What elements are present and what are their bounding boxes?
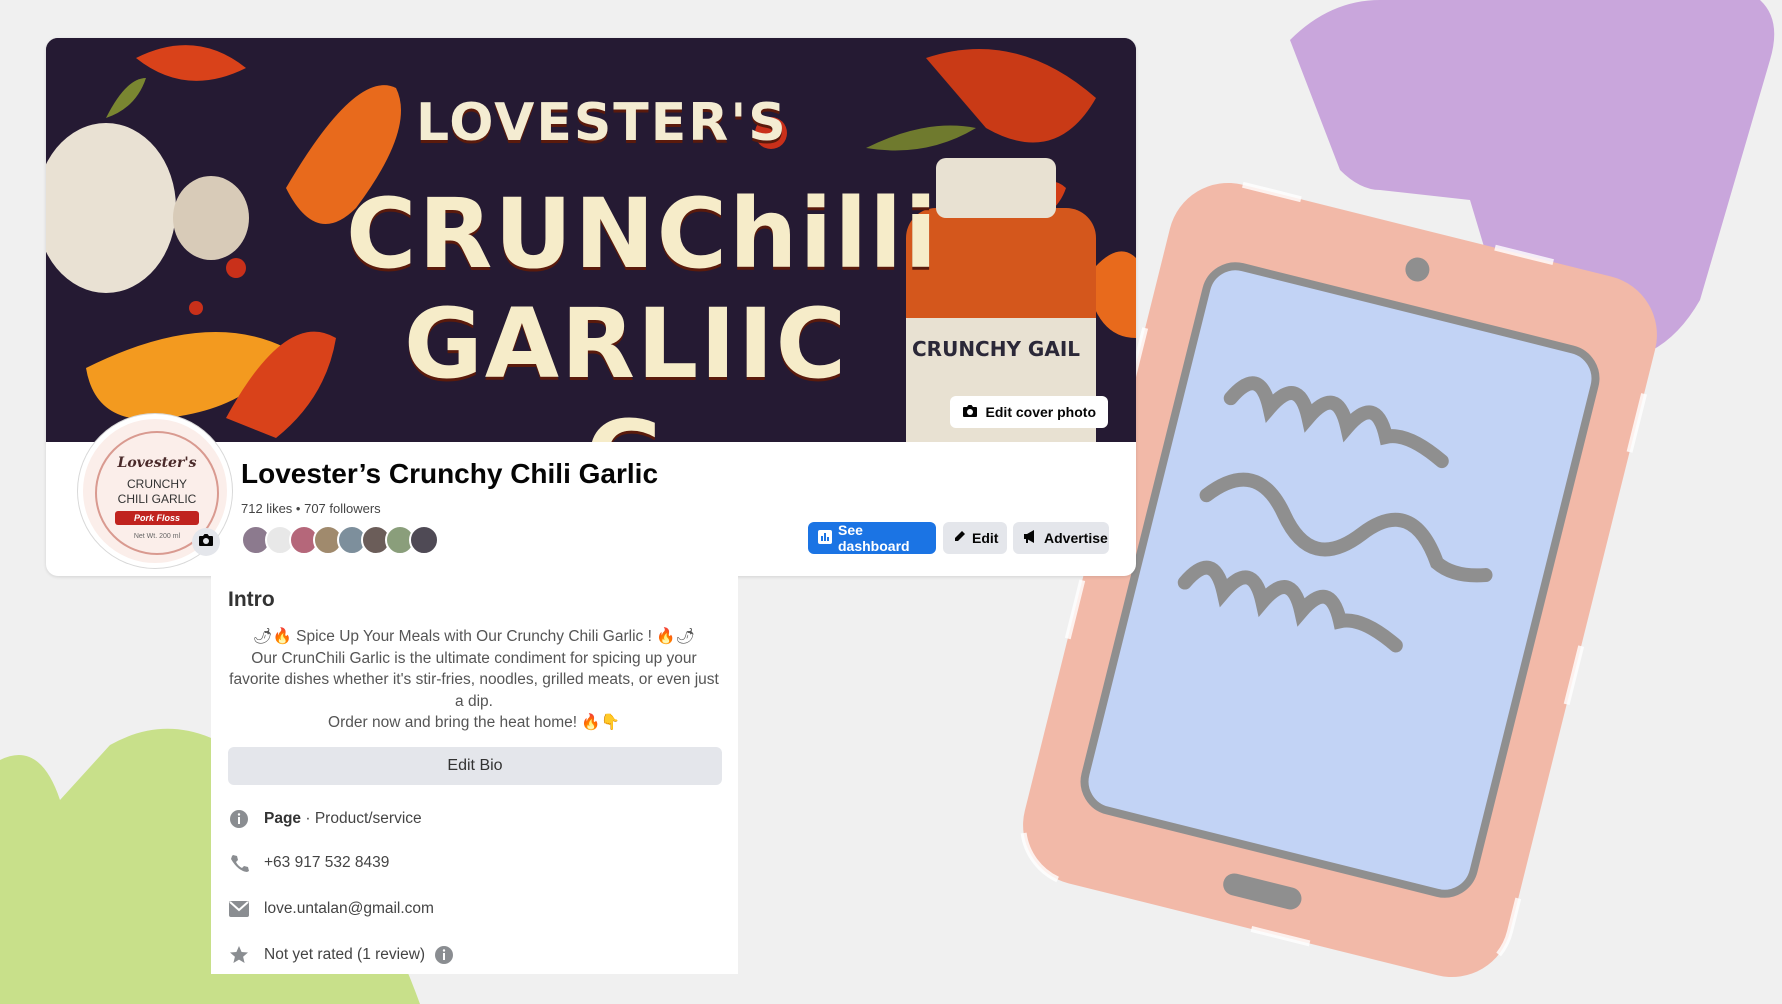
- follower-avatars[interactable]: [241, 525, 439, 555]
- page-title: Lovester’s Crunchy Chili Garlic: [241, 458, 659, 489]
- phone-icon: [228, 852, 250, 874]
- camera-icon: [962, 404, 978, 421]
- edit-cover-photo-label: Edit cover photo: [985, 404, 1096, 420]
- logo-ribbon: Pork Floss: [115, 511, 199, 525]
- edit-page-button[interactable]: Edit: [943, 522, 1007, 554]
- bio-line-1: 🌶🔥 Spice Up Your Meals with Our Crunchy …: [252, 628, 696, 645]
- follower-avatar[interactable]: [409, 525, 439, 555]
- info-icon: [228, 808, 250, 830]
- megaphone-icon: [1023, 530, 1038, 546]
- logo-line3: CHILI GARLIC: [117, 492, 197, 506]
- advertise-label: Advertise: [1044, 530, 1108, 546]
- see-dashboard-button[interactable]: See dashboard: [808, 522, 936, 554]
- category-row: Page · Product/service: [228, 808, 422, 830]
- rating-text: Not yet rated (1 review): [264, 946, 426, 963]
- email-row: love.untalan@gmail.com: [228, 898, 434, 920]
- edit-cover-photo-button[interactable]: Edit cover photo: [949, 396, 1108, 428]
- page-stats[interactable]: 712 likes • 707 followers: [241, 501, 381, 516]
- rating-row: Not yet rated (1 review): [228, 944, 455, 966]
- cover-title-line2: GARLIIC G: [403, 288, 849, 442]
- edit-bio-button[interactable]: Edit Bio: [228, 747, 722, 785]
- cover-title-line1: CRUNChilli: [346, 178, 940, 290]
- category-type: Page: [264, 810, 302, 827]
- phone-row: +63 917 532 8439: [228, 852, 389, 874]
- cover-brand: LOVESTER'S: [416, 93, 788, 153]
- email-address[interactable]: love.untalan@gmail.com: [264, 900, 434, 918]
- email-icon: [228, 898, 250, 920]
- phone-number[interactable]: +63 917 532 8439: [264, 854, 389, 872]
- logo-line2: CRUNCHY: [127, 477, 187, 491]
- edit-label: Edit: [972, 530, 999, 546]
- see-dashboard-label: See dashboard: [838, 522, 910, 554]
- page-header-card: CRUNCHY GAIL LOVESTER'S CRUNChilli GARLI…: [46, 38, 1136, 576]
- camera-icon: [198, 533, 214, 552]
- cover-photo[interactable]: CRUNCHY GAIL LOVESTER'S CRUNChilli GARLI…: [46, 38, 1136, 442]
- intro-heading: Intro: [228, 588, 275, 611]
- intro-bio: 🌶🔥 Spice Up Your Meals with Our Crunchy …: [229, 626, 719, 734]
- intro-panel: Intro 🌶🔥 Spice Up Your Meals with Our Cr…: [211, 576, 738, 974]
- advertise-button[interactable]: Advertise: [1013, 522, 1109, 554]
- update-profile-picture-button[interactable]: [192, 528, 220, 556]
- info-icon[interactable]: [433, 944, 455, 966]
- star-icon: [228, 944, 250, 966]
- jar-label: CRUNCHY GAIL: [912, 337, 1080, 361]
- pencil-icon: [953, 530, 966, 546]
- logo-line1: Lovester's: [117, 455, 197, 471]
- bio-line-2: Our CrunChili Garlic is the ultimate con…: [229, 649, 719, 710]
- category-value: · Product/service: [301, 810, 422, 827]
- dashboard-icon: [818, 529, 832, 547]
- bio-line-3: Order now and bring the heat home! 🔥👇: [328, 714, 620, 731]
